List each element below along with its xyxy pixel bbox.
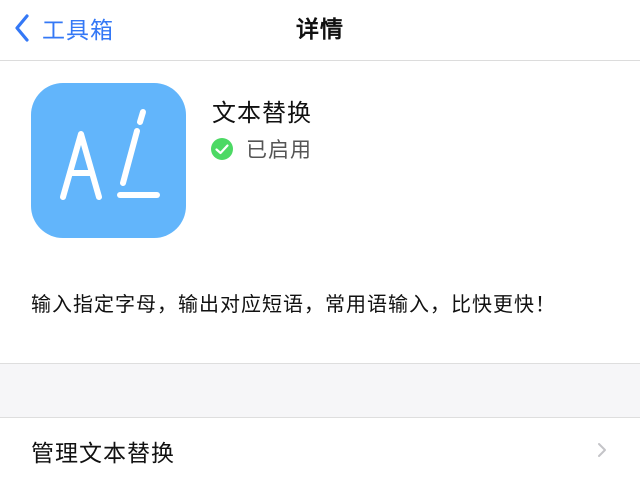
app-description: 输入指定字母，输出对应短语，常用语输入，比快更快！ xyxy=(31,292,556,316)
manage-text-replacement-row[interactable]: 管理文本替换 xyxy=(0,418,640,480)
check-circle-icon xyxy=(210,137,234,161)
manage-text-replacement-label: 管理文本替换 xyxy=(31,441,175,467)
navigation-bar: 工具箱 详情 xyxy=(0,0,640,61)
section-gap xyxy=(0,364,640,417)
chevron-right-icon xyxy=(597,442,607,458)
app-name: 文本替换 xyxy=(212,99,312,127)
status-text: 已启用 xyxy=(246,138,312,162)
status-badge: 已启用 xyxy=(210,135,312,163)
text-replace-app-icon xyxy=(31,83,186,238)
page-title: 详情 xyxy=(296,17,344,43)
